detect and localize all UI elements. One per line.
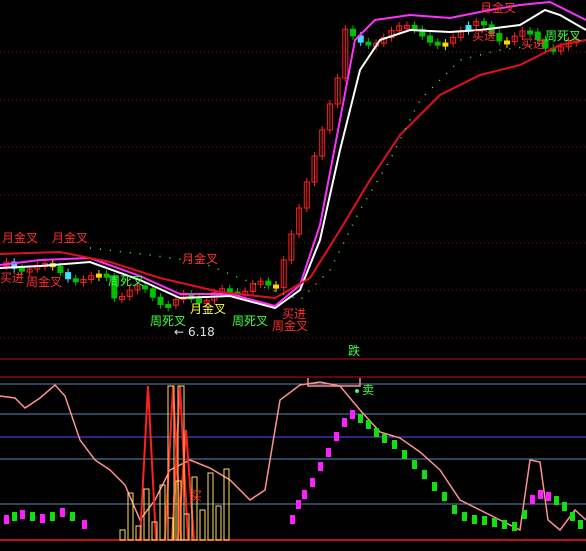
label-price-618: 6.18 (188, 325, 215, 339)
osc-step (302, 490, 307, 499)
osc-step (512, 522, 517, 531)
osc-step (538, 490, 543, 499)
osc-step (318, 462, 323, 471)
annotations: 月金叉 月金叉 买进 周金叉 周死叉 月金叉 月金叉 周死叉 周死叉 买进 周金… (0, 0, 581, 503)
candle-body (65, 272, 72, 280)
osc-step (366, 420, 371, 429)
label-yuejincha-4: 月金叉 (190, 301, 226, 316)
label-maijin-1: 买进 (0, 271, 24, 285)
candle-body (72, 278, 79, 283)
osc-step (554, 496, 559, 505)
candle-body (427, 35, 433, 43)
osc-step (432, 482, 437, 491)
candle-body (165, 304, 172, 309)
label-mai-buy: 买 (190, 489, 202, 503)
osc-step (578, 520, 583, 529)
osc-bar-yellow (199, 509, 206, 541)
osc-step (522, 510, 527, 519)
label-zhousicha-4: 周死叉 (545, 29, 581, 43)
candle-body (57, 265, 64, 274)
osc-step (442, 492, 447, 501)
osc-step (350, 410, 355, 419)
label-yuejincha-2: 月金叉 (52, 230, 88, 245)
osc-line (0, 381, 586, 532)
candle-body (350, 28, 356, 37)
osc-bar-yellow (215, 505, 222, 541)
candle-body (411, 24, 418, 30)
candle-body (480, 21, 487, 26)
candle-body (273, 284, 279, 289)
candle-body (442, 42, 449, 47)
osc-step (290, 515, 295, 524)
label-zhoujincha-1: 周金叉 (26, 274, 62, 289)
candle-body (365, 41, 372, 46)
candle-body (527, 30, 534, 35)
label-maijin-3: 买进 (472, 29, 496, 43)
candle-body (157, 296, 164, 306)
stock-chart[interactable]: 月金叉 月金叉 买进 周金叉 周死叉 月金叉 月金叉 周死叉 周死叉 买进 周金… (0, 0, 586, 551)
osc-step (40, 514, 45, 523)
osc-step (492, 518, 497, 527)
osc-step (342, 418, 347, 427)
candle-body (226, 288, 233, 293)
ma-white-line (0, 8, 586, 310)
osc-step (472, 515, 477, 524)
osc-step (12, 512, 17, 521)
arrow-icon: ← (174, 325, 184, 339)
candlesticks[interactable] (3, 17, 580, 312)
osc-bar-yellow (159, 484, 166, 541)
label-yuejincha-1: 月金叉 (2, 230, 38, 245)
label-zhoujincha-2: 周金叉 (272, 318, 308, 333)
osc-step (310, 478, 315, 487)
osc-step (452, 505, 457, 514)
label-zhousicha-1: 周死叉 (108, 274, 144, 288)
osc-step (392, 440, 397, 449)
osc-step (326, 448, 331, 457)
osc-step (530, 495, 535, 504)
label-yuejincha-3: 月金叉 (182, 251, 218, 266)
candle-body (95, 273, 102, 278)
candle-body (265, 280, 272, 286)
osc-step (50, 512, 55, 521)
label-maijin-4: 买进 (521, 37, 545, 51)
label-mai-sell: 卖 (362, 383, 374, 397)
osc-step (358, 414, 363, 423)
osc-step (412, 460, 417, 469)
osc-step (70, 512, 75, 521)
osc-step (82, 520, 87, 529)
osc-step (562, 502, 567, 511)
sell-marker (355, 389, 359, 393)
osc-step (570, 512, 575, 521)
candle-body (434, 41, 441, 46)
osc-step (482, 516, 487, 525)
osc-step (4, 515, 9, 524)
osc-step (502, 520, 507, 529)
moving-averages (0, 0, 586, 310)
osc-step (546, 492, 551, 501)
osc-step (30, 512, 35, 521)
osc-bar-yellow (207, 472, 214, 541)
candle-body (149, 288, 156, 298)
osc-step (374, 428, 379, 437)
ma-red-line (0, 39, 586, 300)
osc-step (296, 500, 301, 509)
osc-step (462, 512, 467, 521)
osc-step (382, 434, 387, 443)
label-die: 跌 (348, 343, 360, 358)
label-zhousicha-3: 周死叉 (232, 314, 268, 328)
label-yuejincha-5: 月金叉 (480, 0, 516, 15)
candle-body (496, 33, 503, 42)
osc-bar-yellow (119, 529, 126, 541)
osc-step (334, 432, 339, 441)
osc-step (422, 470, 427, 479)
osc-step (20, 510, 25, 519)
osc-step (402, 450, 407, 459)
candle-body (504, 40, 510, 45)
osc-step (60, 508, 65, 517)
panel-divider (0, 358, 586, 378)
